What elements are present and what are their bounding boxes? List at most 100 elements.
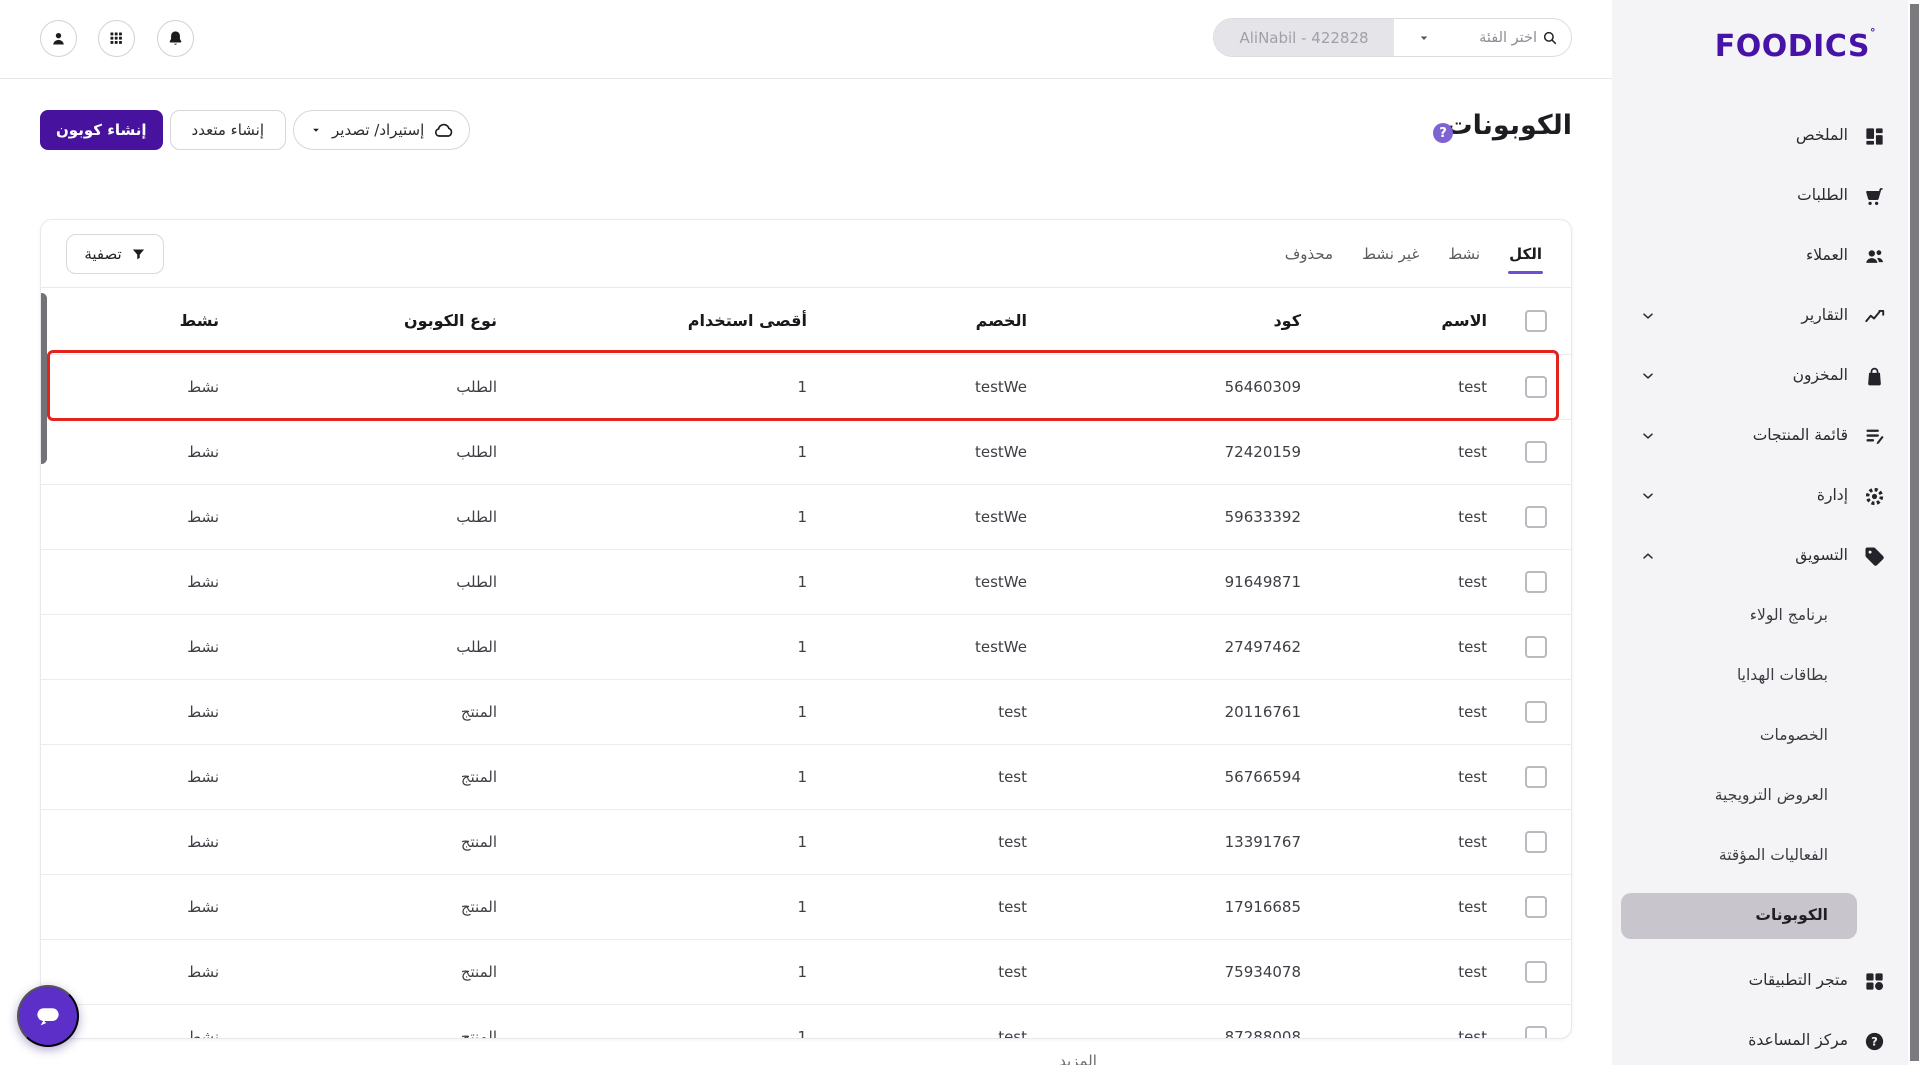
import-export-label: إستيراد/ تصدير — [332, 121, 424, 139]
sidebar-item-12[interactable]: الفعاليات المؤقتة — [1612, 826, 1920, 886]
sidebar-item-6[interactable]: إدارة — [1612, 466, 1920, 526]
sidebar-item-7[interactable]: التسويق — [1612, 526, 1920, 586]
account-dropdown-caret[interactable] — [1394, 19, 1454, 56]
table-row[interactable]: test 75934078 test 1 المنتج نشط — [40, 939, 1571, 1004]
caret-down-icon — [309, 123, 323, 137]
row-checkbox[interactable] — [1525, 441, 1547, 463]
import-export-button[interactable]: إستيراد/ تصدير — [293, 110, 470, 150]
table-scrollbar-thumb[interactable] — [40, 293, 47, 464]
help-center-icon: ? — [1863, 1030, 1886, 1053]
table-row[interactable]: test 56766594 test 1 المنتج نشط — [40, 744, 1571, 809]
row-checkbox[interactable] — [1525, 1026, 1547, 1040]
sidebar-item-14[interactable]: متجر التطبيقات — [1612, 951, 1920, 1011]
topbar: AliNabil - 422828 — [0, 0, 1612, 79]
row-checkbox[interactable] — [1525, 571, 1547, 593]
chevron-up-icon — [1640, 548, 1656, 564]
marketing-tag-icon — [1863, 545, 1886, 568]
apps-grid-icon — [107, 29, 126, 48]
sidebar-item-5[interactable]: قائمة المنتجات — [1612, 406, 1920, 466]
table-row[interactable]: test 27497462 testWe 1 الطلب نشط — [40, 614, 1571, 679]
tab-3[interactable]: محذوف — [1284, 241, 1334, 267]
sidebar-item-8[interactable]: برنامج الولاء — [1612, 586, 1920, 646]
user-icon — [49, 29, 68, 48]
table-row[interactable]: test 56460309 testWe 1 الطلب نشط — [40, 354, 1571, 419]
help-icon[interactable]: ? — [1433, 123, 1453, 143]
sidebar-nav: الملخص الطلبات العملاء التقارير المخزون … — [1612, 106, 1920, 1071]
row-checkbox[interactable] — [1525, 896, 1547, 918]
page-scrollbar — [1908, 0, 1920, 1065]
category-search — [1454, 19, 1571, 56]
table-row[interactable]: test 13391767 test 1 المنتج نشط — [40, 809, 1571, 874]
sidebar-item-9[interactable]: بطاقات الهدايا — [1612, 646, 1920, 706]
customers-icon — [1863, 245, 1886, 268]
sidebar-item-15[interactable]: ? مركز المساعدة — [1612, 1011, 1920, 1071]
user-profile-button[interactable] — [40, 20, 77, 57]
table-row[interactable]: test 72420159 testWe 1 الطلب نشط — [40, 419, 1571, 484]
create-multiple-button[interactable]: إنشاء متعدد — [170, 110, 286, 150]
tab-1[interactable]: نشط — [1447, 241, 1481, 267]
row-checkbox[interactable] — [1525, 636, 1547, 658]
coupons-table: الاسم كود الخصم أقصى استخدام نوع الكوبون… — [40, 288, 1571, 1039]
chevron-down-icon — [1640, 308, 1656, 324]
caret-down-icon — [1416, 30, 1432, 46]
sidebar: FOODICS° الملخص الطلبات العملاء التقارير… — [1612, 0, 1920, 1065]
category-search-input[interactable] — [1458, 30, 1537, 46]
create-coupon-button[interactable]: إنشاء كوبون — [40, 110, 163, 150]
account-selector[interactable]: AliNabil - 422828 — [1214, 19, 1394, 56]
table-header-row: الاسم كود الخصم أقصى استخدام نوع الكوبون… — [40, 288, 1571, 354]
page-scrollbar-thumb[interactable] — [1910, 4, 1919, 1061]
col-header-coupon-type: نوع الكوبون — [229, 288, 517, 354]
reports-chart-icon — [1863, 305, 1886, 328]
filter-label: تصفية — [84, 245, 121, 263]
col-header-active: نشط — [40, 288, 229, 354]
apps-grid-button[interactable] — [98, 20, 135, 57]
branch-search-combo: AliNabil - 422828 — [1213, 18, 1572, 57]
row-checkbox[interactable] — [1525, 376, 1547, 398]
tab-2[interactable]: غير نشط — [1361, 241, 1420, 267]
svg-text:?: ? — [1871, 1034, 1878, 1048]
sidebar-item-11[interactable]: العروض الترويجية — [1612, 766, 1920, 826]
col-header-code: كود — [1037, 288, 1337, 354]
table-row[interactable]: test 59633392 testWe 1 الطلب نشط — [40, 484, 1571, 549]
card-toolbar: الكل نشط غير نشط محذوف تصفية — [41, 220, 1571, 288]
chevron-down-icon — [1640, 488, 1656, 504]
filter-button[interactable]: تصفية — [66, 234, 164, 274]
notifications-button[interactable] — [157, 20, 194, 57]
page-actions: إنشاء كوبون إنشاء متعدد إستيراد/ تصدير — [40, 110, 470, 150]
chat-bubble-icon — [31, 999, 65, 1033]
row-checkbox[interactable] — [1525, 766, 1547, 788]
table-row[interactable]: test 91649871 testWe 1 الطلب نشط — [40, 549, 1571, 614]
sidebar-item-2[interactable]: العملاء — [1612, 226, 1920, 286]
sidebar-item-3[interactable]: التقارير — [1612, 286, 1920, 346]
table-row[interactable]: test 17916685 test 1 المنتج نشط — [40, 874, 1571, 939]
col-header-discount: الخصم — [817, 288, 1037, 354]
funnel-icon — [131, 247, 146, 262]
tab-0[interactable]: الكل — [1508, 241, 1543, 267]
select-all-checkbox[interactable] — [1525, 310, 1547, 332]
row-checkbox[interactable] — [1525, 831, 1547, 853]
sidebar-item-10[interactable]: الخصومات — [1612, 706, 1920, 766]
dashboard-icon — [1863, 125, 1886, 148]
orders-cart-icon — [1863, 185, 1886, 208]
products-list-icon — [1863, 425, 1886, 448]
cloud-icon — [433, 120, 454, 141]
inventory-bag-icon — [1863, 365, 1886, 388]
row-checkbox[interactable] — [1525, 701, 1547, 723]
coupons-card: الكل نشط غير نشط محذوف تصفية الاسم كود الخص… — [40, 219, 1572, 1039]
sidebar-item-1[interactable]: الطلبات — [1612, 166, 1920, 226]
row-checkbox[interactable] — [1525, 506, 1547, 528]
bell-icon — [166, 29, 185, 48]
row-checkbox[interactable] — [1525, 961, 1547, 983]
col-header-max-usage: أقصى استخدام — [517, 288, 817, 354]
sidebar-item-4[interactable]: المخزون — [1612, 346, 1920, 406]
clipped-load-more-text: المزيد — [1052, 1050, 1104, 1065]
chat-support-button[interactable] — [17, 985, 79, 1047]
settings-gear-icon — [1863, 485, 1886, 508]
sidebar-item-0[interactable]: الملخص — [1612, 106, 1920, 166]
table-row[interactable]: test 20116761 test 1 المنتج نشط — [40, 679, 1571, 744]
marketplace-icon — [1863, 970, 1886, 993]
sidebar-item-13[interactable]: الكوبونات — [1621, 893, 1857, 939]
table-row[interactable]: test 87288008 test 1 المنتج نشط — [40, 1004, 1571, 1039]
search-icon — [1541, 29, 1559, 47]
page-title: الكوبونات — [1446, 110, 1573, 141]
